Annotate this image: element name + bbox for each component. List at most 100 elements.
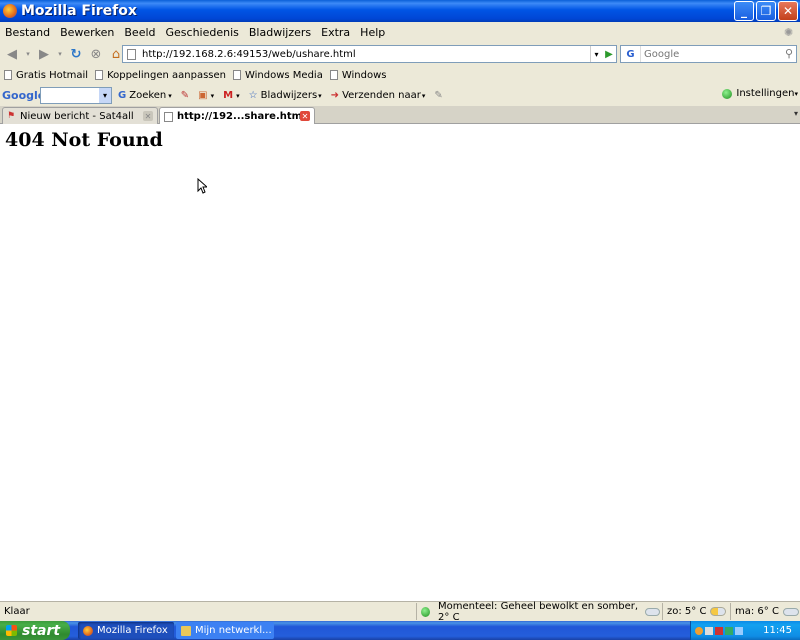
google-search-input[interactable]: ▾ xyxy=(40,87,112,104)
volume-icon[interactable] xyxy=(705,626,713,635)
gmail-icon: M xyxy=(223,90,234,101)
weather-now-panel[interactable]: Momenteel: Geheel bewolkt en somber, 2° … xyxy=(416,600,661,623)
task-label: Mozilla Firefox xyxy=(97,625,168,636)
search-icon[interactable]: ⚲ xyxy=(785,47,793,60)
restore-button[interactable]: ❐ xyxy=(756,1,776,21)
bookmark-page-icon xyxy=(232,70,241,80)
bookmark-gratis-hotmail[interactable]: Gratis Hotmail xyxy=(4,70,88,81)
menu-geschiedenis[interactable]: Geschiedenis xyxy=(166,26,239,39)
google-logo[interactable]: Google xyxy=(2,89,45,102)
close-tab-icon[interactable]: ✕ xyxy=(300,111,310,121)
bookmark-page-icon xyxy=(329,70,338,80)
taskbar-network[interactable]: Mijn netwerkl... xyxy=(176,622,274,639)
search-input[interactable] xyxy=(644,48,784,60)
task-label: Mijn netwerkl... xyxy=(195,625,272,636)
url-bar[interactable]: http://192.168.2.6:49153/web/ushare.html… xyxy=(122,45,617,63)
windows-logo-icon xyxy=(6,625,17,636)
settings-label: Instellingen xyxy=(736,88,795,99)
page-content: 404 Not Found xyxy=(0,124,800,601)
firefox-icon xyxy=(3,4,17,18)
chevron-down-icon[interactable]: ▾ xyxy=(99,88,111,103)
back-icon[interactable]: ◀ xyxy=(4,46,20,62)
status-text: Klaar xyxy=(4,606,30,617)
minimize-button[interactable]: _ xyxy=(734,1,754,21)
clock[interactable]: 11:45 xyxy=(763,625,792,636)
rain-cloud-icon xyxy=(782,607,799,616)
tab-nieuw-bericht[interactable]: ⚑ Nieuw bericht - Sat4all ✕ xyxy=(2,107,158,124)
pencil-icon: ✎ xyxy=(434,90,443,101)
menu-bladwijzers[interactable]: Bladwijzers xyxy=(249,26,311,39)
menu-bestand[interactable]: Bestand xyxy=(5,26,50,39)
bookmark-page-icon xyxy=(95,70,104,80)
title-bar[interactable]: Mozilla Firefox _ ❐ ✕ xyxy=(0,0,800,22)
url-text[interactable]: http://192.168.2.6:49153/web/ushare.html xyxy=(142,49,356,60)
network-icon[interactable] xyxy=(695,626,703,635)
update-icon[interactable] xyxy=(725,626,733,635)
bookmark-label: Gratis Hotmail xyxy=(16,69,89,81)
tab-list-icon[interactable]: ▾ xyxy=(794,109,798,118)
popup-blocker-icon: ✎ xyxy=(180,90,190,101)
highlight-button[interactable]: ✎ xyxy=(434,90,445,101)
gmail-button[interactable]: M ▾ xyxy=(223,90,242,101)
bookmark-label: Windows Media xyxy=(244,69,323,81)
google-bookmarks-button[interactable]: ☆ Bladwijzers ▾ xyxy=(249,90,325,101)
url-history-dropdown[interactable]: ▾ xyxy=(590,46,602,62)
popup-blocker-button[interactable]: ✎ xyxy=(181,90,192,101)
star-icon: ☆ xyxy=(248,90,258,101)
tab-ushare[interactable]: http://192...share.html ✕ xyxy=(159,107,315,125)
forward-dropdown-icon[interactable]: ▾ xyxy=(56,46,64,62)
cloud-icon xyxy=(645,607,661,616)
menu-help[interactable]: Help xyxy=(360,26,385,39)
search-bar[interactable]: G ⚲ xyxy=(620,45,797,63)
send-icon: ➜ xyxy=(330,90,340,101)
navigation-bar: ◀ ▾ ▶ ▾ ↻ ⊗ ⌂ http://192.168.2.6:49153/w… xyxy=(0,43,800,65)
search-engine-icon[interactable]: G xyxy=(621,46,641,62)
page-heading: 404 Not Found xyxy=(5,129,163,151)
throbber-icon: ✺ xyxy=(784,26,794,39)
bookmark-windows[interactable]: Windows xyxy=(329,69,387,81)
menu-beeld[interactable]: Beeld xyxy=(124,26,155,39)
chevron-down-icon[interactable]: ▾ xyxy=(318,92,322,100)
google-g-icon: G xyxy=(118,90,127,101)
chevron-down-icon[interactable]: ▾ xyxy=(168,92,172,100)
news-button[interactable]: ▣ ▾ xyxy=(198,90,217,101)
weather-sunday-panel[interactable]: zo: 5° C xyxy=(662,603,728,620)
send-to-label: Verzenden naar xyxy=(342,90,421,101)
status-bar: Klaar Momenteel: Geheel bewolkt en sombe… xyxy=(0,600,800,623)
chevron-down-icon[interactable]: ▾ xyxy=(422,92,426,100)
taskbar-firefox[interactable]: Mozilla Firefox xyxy=(78,622,174,639)
bookmark-label: Windows xyxy=(341,69,387,81)
send-to-button[interactable]: ➜ Verzenden naar ▾ xyxy=(331,90,429,101)
start-button[interactable]: start xyxy=(0,621,70,640)
weather-now-text: Momenteel: Geheel bewolkt en somber, 2° … xyxy=(438,600,639,623)
bookmark-label: Koppelingen aanpassen xyxy=(107,69,226,81)
back-dropdown-icon[interactable]: ▾ xyxy=(24,46,32,62)
tray-icons xyxy=(695,626,743,635)
menu-extra[interactable]: Extra xyxy=(321,26,350,39)
bookmarks-toolbar: Gratis Hotmail Koppelingen aanpassen Win… xyxy=(0,65,800,85)
window-controls: _ ❐ ✕ xyxy=(734,1,798,21)
google-bookmarks-label: Bladwijzers xyxy=(260,90,318,101)
start-label: start xyxy=(22,622,61,639)
go-icon[interactable]: ▶ xyxy=(602,46,616,62)
display-icon[interactable] xyxy=(735,626,743,635)
forward-icon[interactable]: ▶ xyxy=(36,46,52,62)
weather-monday-text: ma: 6° C xyxy=(735,606,779,617)
mouse-cursor-icon xyxy=(197,178,207,194)
weather-monday-panel[interactable]: ma: 6° C xyxy=(730,603,800,620)
close-tab-icon[interactable]: ✕ xyxy=(143,111,153,121)
page-icon xyxy=(164,111,173,122)
news-icon: ▣ xyxy=(198,90,208,101)
chevron-down-icon[interactable]: ▾ xyxy=(236,92,240,100)
chevron-down-icon[interactable]: ▾ xyxy=(211,92,215,100)
bookmark-koppelingen-aanpassen[interactable]: Koppelingen aanpassen xyxy=(95,70,226,81)
network-folder-icon xyxy=(181,625,191,636)
google-settings-button[interactable]: Instellingen ▾ xyxy=(722,88,798,99)
bookmark-windows-media[interactable]: Windows Media xyxy=(232,69,323,81)
close-button[interactable]: ✕ xyxy=(778,1,798,21)
menu-bewerken[interactable]: Bewerken xyxy=(60,26,114,39)
reload-icon[interactable]: ↻ xyxy=(68,46,84,62)
google-search-button[interactable]: G Zoeken ▾ xyxy=(118,90,175,101)
stop-icon[interactable]: ⊗ xyxy=(88,46,104,62)
security-icon[interactable] xyxy=(715,626,723,635)
